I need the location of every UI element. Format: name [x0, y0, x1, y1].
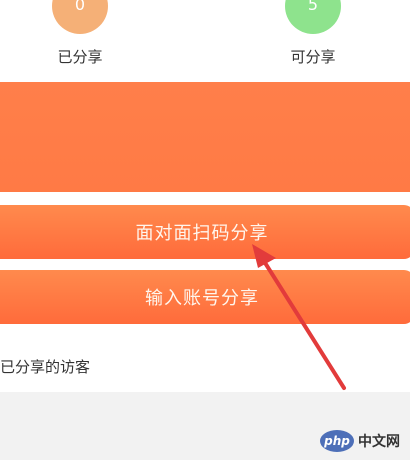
orange-banner: [0, 82, 410, 192]
site-watermark: php 中文网: [320, 428, 400, 454]
available-label: 可分享: [290, 48, 336, 66]
face-to-face-share-button[interactable]: 面对面扫码分享: [0, 205, 410, 259]
php-logo-icon: php: [320, 430, 354, 452]
shared-count-circle: 0: [52, 0, 108, 34]
shared-label: 已分享: [57, 48, 103, 66]
share-stats: 0 已分享 5 可分享: [0, 0, 410, 80]
account-share-button[interactable]: 输入账号分享: [0, 270, 410, 324]
available-count: 5: [307, 0, 319, 14]
shared-visitors-title: 已分享的访客: [0, 358, 91, 376]
watermark-text: 中文网: [358, 434, 400, 450]
stat-shared: 0 已分享: [20, 0, 140, 67]
stat-available: 5 可分享: [253, 0, 373, 67]
shared-count: 0: [74, 0, 86, 14]
available-count-circle: 5: [285, 0, 341, 34]
